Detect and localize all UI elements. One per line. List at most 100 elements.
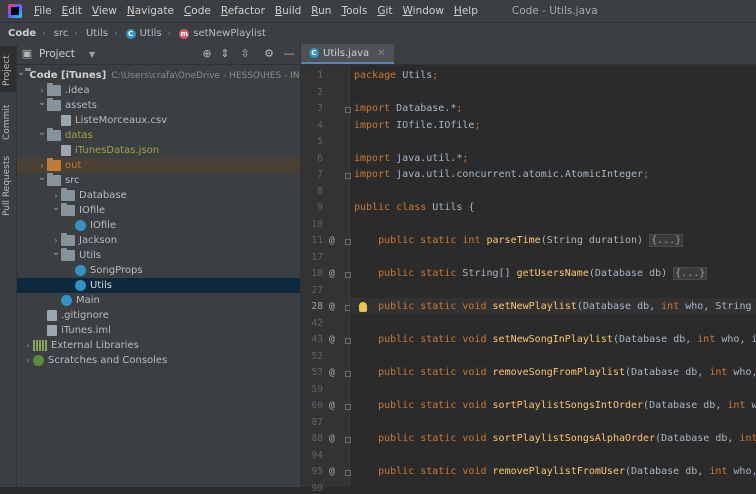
close-icon[interactable]: ✕ xyxy=(377,48,385,59)
chevron-down-icon[interactable]: ⌄ xyxy=(37,97,47,108)
chevron-down-icon[interactable]: ⌄ xyxy=(51,202,61,213)
tree-item[interactable]: ⌄ Utils xyxy=(17,247,300,263)
line-number: 52 xyxy=(311,350,323,362)
file-icon xyxy=(61,115,71,126)
line-number: 27 xyxy=(311,284,323,296)
tree-item[interactable]: ⌄ assets xyxy=(17,97,300,113)
minimize-icon[interactable]: — xyxy=(281,46,297,62)
tab-label: Utils.java xyxy=(323,47,370,59)
tree-item[interactable]: › Jackson xyxy=(17,233,300,248)
override-marker-icon[interactable]: @ xyxy=(329,466,335,477)
library-icon xyxy=(33,340,47,351)
tab-project[interactable]: Project xyxy=(0,46,16,92)
tree-item[interactable]: ⌄ src xyxy=(17,172,300,188)
intellij-logo-icon[interactable] xyxy=(8,4,22,18)
override-marker-icon[interactable]: @ xyxy=(329,268,335,279)
override-marker-icon[interactable]: @ xyxy=(329,301,335,312)
breadcrumb-src[interactable]: src xyxy=(46,28,69,39)
tree-item-label: SongProps xyxy=(90,265,143,276)
menu-view[interactable]: View xyxy=(88,5,121,17)
menu-tools[interactable]: Tools xyxy=(337,5,371,17)
gear-icon[interactable]: ⚙ xyxy=(261,46,277,62)
tree-item[interactable]: Utils xyxy=(17,278,300,293)
tree-item-label: Scratches and Consoles xyxy=(48,355,168,366)
menu-git[interactable]: Git xyxy=(373,5,396,17)
chevron-right-icon[interactable]: › xyxy=(51,191,61,200)
chevron-right-icon[interactable]: › xyxy=(51,236,61,245)
menu-edit[interactable]: Edit xyxy=(58,5,86,17)
collapse-all-icon[interactable]: ⇳ xyxy=(237,46,253,62)
menu-code[interactable]: Code xyxy=(180,5,215,17)
chevron-down-icon[interactable]: ⌄ xyxy=(37,172,47,183)
tree-item-label: Jackson xyxy=(79,235,118,246)
breadcrumb-class-label: Utils xyxy=(139,28,162,39)
project-view-icon: ▣ xyxy=(21,47,33,60)
breadcrumb-project[interactable]: Code xyxy=(0,28,36,39)
line-number: 7 xyxy=(317,169,323,180)
override-marker-icon[interactable]: @ xyxy=(329,334,335,345)
menu-refactor[interactable]: Refactor xyxy=(217,5,269,17)
line-number: 43 xyxy=(311,334,323,345)
code-line: public static void sortPlaylistSongsIntO… xyxy=(378,400,756,411)
breadcrumb-method[interactable]: m setNewPlaylist xyxy=(171,28,266,39)
line-number: 53 xyxy=(311,367,323,378)
tree-item-label: Code [iTunes] xyxy=(29,70,107,81)
line-number: 59 xyxy=(311,383,323,395)
tree-item-label: Utils xyxy=(90,280,113,291)
tree-item[interactable]: › .idea xyxy=(17,83,300,98)
menu-file[interactable]: File xyxy=(30,5,56,17)
tree-item[interactable]: ⌄ Code [iTunes] C:\Users\crafa\OneDrive - … xyxy=(17,67,300,83)
code-line: public static int parseTime(String durat… xyxy=(378,234,684,247)
chevron-right-icon[interactable]: › xyxy=(23,341,33,350)
file-icon xyxy=(47,310,57,321)
tree-item[interactable]: iTunesDatas.json xyxy=(17,143,300,158)
class-icon xyxy=(75,280,86,291)
project-panel-header: ▣ Project ▼ ⊕ ⇕ ⇳ ⚙ — xyxy=(17,44,300,65)
tree-item[interactable]: › Scratches and Consoles xyxy=(17,353,300,368)
tree-item[interactable]: .gitignore xyxy=(17,308,300,323)
line-number: 17 xyxy=(311,251,323,263)
breadcrumb-class[interactable]: C Utils xyxy=(118,28,162,39)
override-marker-icon[interactable]: @ xyxy=(329,235,335,246)
tree-item[interactable]: ⌄ IOfile xyxy=(17,202,300,218)
code-area[interactable]: package Utils; import Database.*; import I… xyxy=(350,65,756,487)
breadcrumb-package[interactable]: Utils xyxy=(78,28,108,39)
tree-item[interactable]: ListeMorceaux.csv xyxy=(17,113,300,128)
tab-utils-java[interactable]: C Utils.java ✕ xyxy=(301,44,394,64)
tree-item[interactable]: SongProps xyxy=(17,263,300,278)
menu-bar: File Edit View Navigate Code Refactor Build Run… xyxy=(0,0,756,22)
tree-item[interactable]: › Database xyxy=(17,188,300,203)
locate-icon[interactable]: ⊕ xyxy=(199,46,215,62)
tab-commit[interactable]: Commit xyxy=(0,96,16,142)
chevron-right-icon[interactable]: › xyxy=(37,86,47,95)
override-marker-icon[interactable]: @ xyxy=(329,400,335,411)
tree-item[interactable]: › External Libraries xyxy=(17,338,300,353)
chevron-down-icon[interactable]: ▼ xyxy=(89,50,95,59)
menu-run[interactable]: Run xyxy=(307,5,335,17)
editor-tabs: C Utils.java ✕ xyxy=(301,44,756,65)
tree-item-label: Utils xyxy=(79,250,102,261)
menu-navigate[interactable]: Navigate xyxy=(123,5,178,17)
tree-item[interactable]: iTunes.iml xyxy=(17,323,300,338)
class-icon xyxy=(75,265,86,276)
tree-item[interactable]: Main xyxy=(17,293,300,308)
menu-help[interactable]: Help xyxy=(450,5,482,17)
chevron-right-icon[interactable]: › xyxy=(37,161,47,170)
expand-all-icon[interactable]: ⇕ xyxy=(217,46,233,62)
tab-pull-requests[interactable]: Pull Requests xyxy=(0,148,16,218)
scratch-icon xyxy=(33,355,44,366)
chevron-down-icon[interactable]: ⌄ xyxy=(51,247,61,258)
chevron-right-icon[interactable]: › xyxy=(23,356,33,365)
chevron-down-icon[interactable]: ⌄ xyxy=(17,67,25,78)
tree-item[interactable]: › out xyxy=(17,158,300,173)
tree-item[interactable]: IOfile xyxy=(17,218,300,233)
menu-build[interactable]: Build xyxy=(271,5,305,17)
override-marker-icon[interactable]: @ xyxy=(329,367,335,378)
tab-pull-requests-label: Pull Requests xyxy=(2,155,12,216)
project-panel-title[interactable]: Project xyxy=(39,48,75,60)
menu-window[interactable]: Window xyxy=(399,5,448,17)
tree-item[interactable]: ⌄ datas xyxy=(17,127,300,143)
override-marker-icon[interactable]: @ xyxy=(329,433,335,444)
chevron-down-icon[interactable]: ⌄ xyxy=(37,127,47,138)
window-title: Code - Utils.java xyxy=(511,5,598,17)
